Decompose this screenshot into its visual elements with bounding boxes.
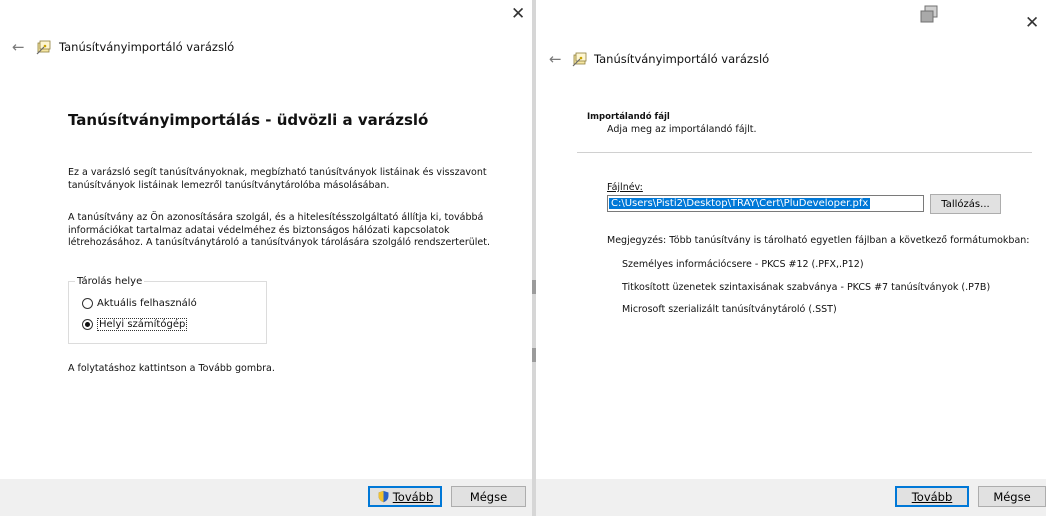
radio-button-selected[interactable] — [82, 319, 93, 330]
header-separator — [577, 152, 1032, 153]
cancel-button-label: Mégse — [469, 489, 508, 504]
back-arrow-icon[interactable]: ← — [549, 50, 562, 68]
wizard-window-welcome: ✕ ← Tanúsítványimportáló varázsló Tanúsí… — [0, 0, 532, 516]
radio-current-user[interactable]: Aktuális felhasználó — [82, 298, 197, 309]
wizard-title: Tanúsítványimportáló varázsló — [594, 52, 770, 66]
page-heading: Tanúsítványimportálás - üdvözli a varázs… — [68, 111, 429, 129]
next-button[interactable]: Tovább — [895, 486, 969, 507]
filename-label: Fájlnév: — [607, 182, 643, 193]
format-item: Microsoft szerializált tanúsítványtároló… — [622, 304, 837, 315]
section-title: Importálandó fájl — [587, 112, 670, 122]
next-button-label: Tovább — [911, 489, 953, 504]
window-stack-icon — [920, 5, 938, 23]
cancel-button-label: Mégse — [993, 489, 1031, 504]
certificate-wizard-icon — [572, 52, 587, 67]
filename-input[interactable]: C:\Users\Pisti2\Desktop\TRAY\Cert\PluDev… — [607, 195, 924, 212]
cancel-button[interactable]: Mégse — [978, 486, 1046, 507]
store-location-label: Tárolás helye — [77, 276, 143, 287]
format-item: Személyes információcsere - PKCS #12 (.P… — [622, 259, 864, 270]
close-icon[interactable]: ✕ — [1025, 13, 1039, 33]
formats-note: Megjegyzés: Több tanúsítvány is tárolhat… — [607, 235, 1030, 246]
uac-shield-icon — [378, 490, 389, 503]
browse-button[interactable]: Tallózás... — [930, 194, 1001, 214]
continue-hint: A folytatáshoz kattintson a Tovább gombr… — [68, 363, 275, 374]
wizard-title: Tanúsítványimportáló varázsló — [59, 40, 235, 54]
radio-local-machine[interactable]: Helyi számítógép — [82, 318, 188, 331]
section-subtitle: Adja meg az importálandó fájlt. — [607, 124, 757, 135]
filename-value: C:\Users\Pisti2\Desktop\TRAY\Cert\PluDev… — [609, 198, 871, 209]
radio-current-user-label: Aktuális felhasználó — [97, 298, 197, 309]
radio-local-machine-label: Helyi számítógép — [97, 318, 188, 331]
close-icon[interactable]: ✕ — [511, 4, 525, 24]
next-button[interactable]: Tovább — [368, 486, 442, 507]
next-button-label: Tovább — [392, 489, 434, 504]
store-location-group: Tárolás helye — [68, 276, 267, 344]
cancel-button[interactable]: Mégse — [451, 486, 526, 507]
description-paragraph: A tanúsítvány az Ön azonosítására szolgá… — [68, 212, 490, 248]
browse-button-label: Tallózás... — [941, 198, 990, 210]
certificate-wizard-icon — [36, 40, 51, 55]
wizard-window-file: ✕ ← Tanúsítványimportáló varázsló Import… — [536, 0, 1046, 516]
wizard-footer: Tovább Mégse — [0, 479, 532, 516]
radio-button[interactable] — [82, 298, 93, 309]
intro-paragraph: Ez a varázsló segít tanúsítványoknak, me… — [68, 167, 487, 191]
format-item: Titkosított üzenetek szintaxisának szabv… — [622, 282, 991, 293]
back-arrow-icon[interactable]: ← — [12, 38, 25, 56]
wizard-footer: Tovább Mégse — [536, 479, 1046, 516]
